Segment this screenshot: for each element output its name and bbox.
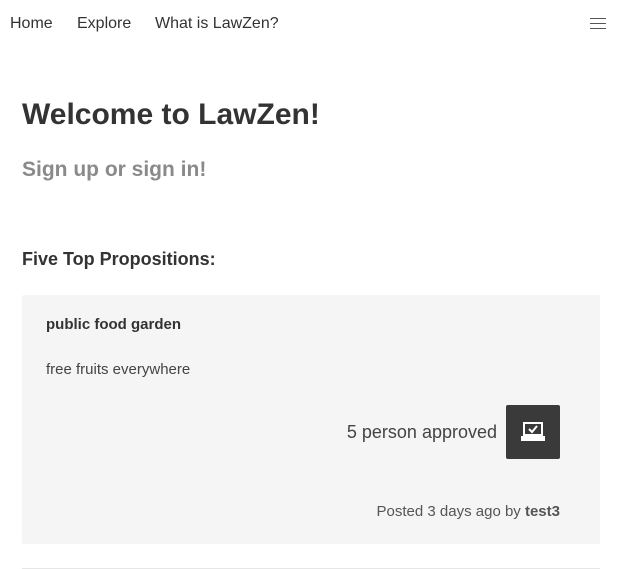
posted-info: Posted 3 days ago by test3 xyxy=(377,503,560,520)
approval-count: 5 person approved xyxy=(346,422,497,442)
posted-prefix: Posted 3 days ago by xyxy=(376,503,521,520)
sign-in-link[interactable]: Sign up or sign in! xyxy=(22,158,206,182)
menu-line xyxy=(590,28,606,29)
proposition-card: public food garden free fruits everywher… xyxy=(22,295,600,544)
section-title: Five Top Propositions: xyxy=(22,249,216,269)
proposition-title[interactable]: public food garden xyxy=(46,316,181,333)
menu-line xyxy=(590,18,606,19)
nav-what-is-link[interactable]: What is LawZen? xyxy=(155,15,279,33)
hamburger-menu-icon[interactable] xyxy=(590,16,606,30)
top-navigation: Home Explore What is LawZen? xyxy=(0,0,620,48)
page-title: Welcome to LawZen! xyxy=(22,98,320,131)
menu-line xyxy=(590,23,606,24)
ballot-check-icon xyxy=(521,422,545,441)
nav-home-link[interactable]: Home xyxy=(10,15,53,33)
nav-explore-link[interactable]: Explore xyxy=(77,15,131,33)
proposition-description: free fruits everywhere xyxy=(46,361,191,378)
approve-button[interactable] xyxy=(506,405,560,459)
author-link[interactable]: test3 xyxy=(525,503,560,520)
